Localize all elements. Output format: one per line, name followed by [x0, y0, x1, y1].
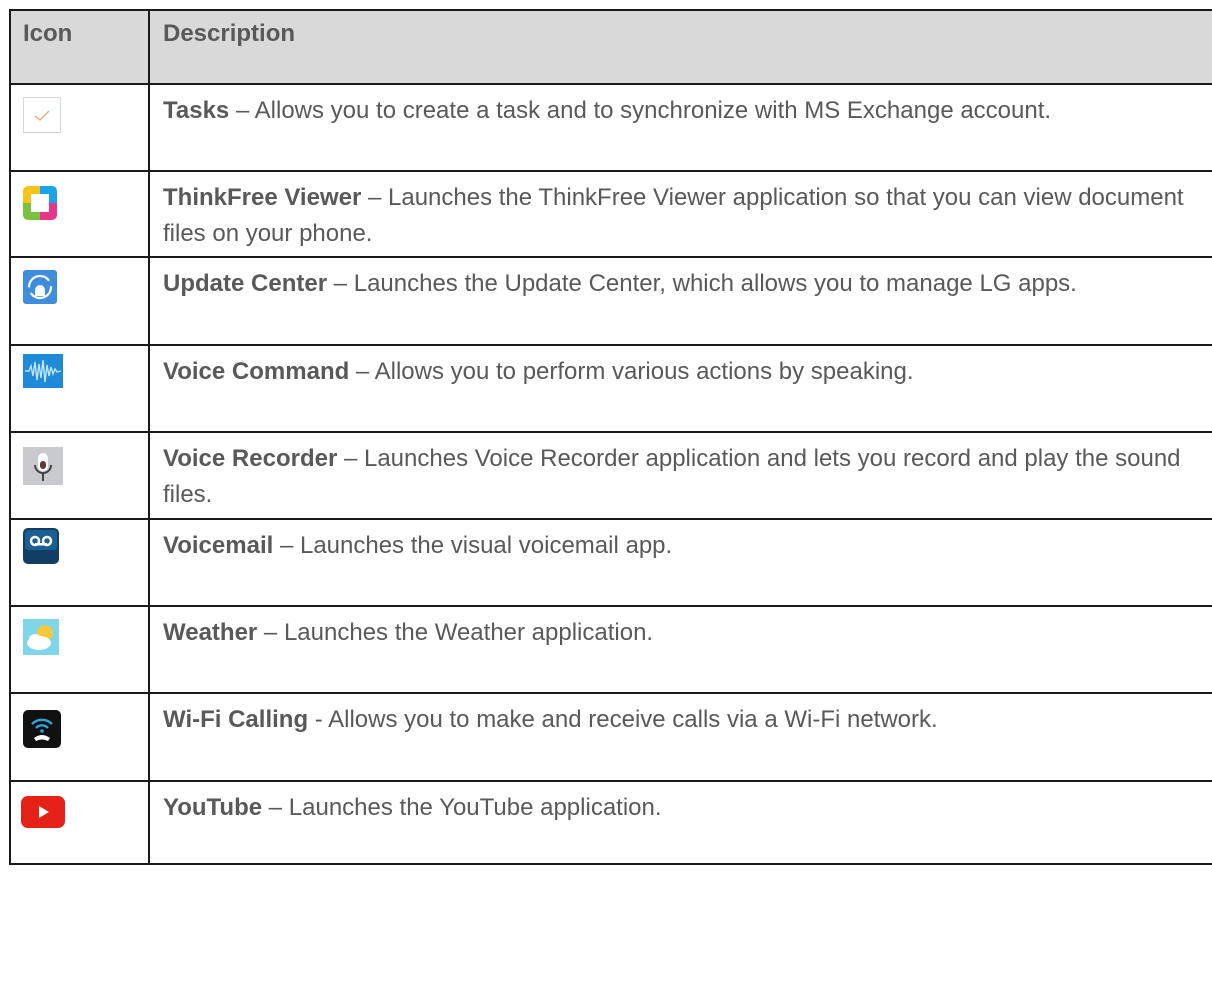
- icon-cell: [9, 170, 150, 258]
- name-separator: –: [349, 358, 375, 385]
- icon-cell: [9, 518, 150, 607]
- description-cell: YouTube – Launches the YouTube applicati…: [148, 780, 1212, 865]
- app-icon-table: Icon Description Tasks – Allows you to c…: [9, 9, 1212, 865]
- app-description: Launches the visual voicemail app.: [299, 532, 673, 559]
- table-row: Voice Command – Allows you to perform va…: [9, 344, 1212, 433]
- app-name: Voicemail: [163, 532, 274, 559]
- name-separator: –: [257, 619, 284, 646]
- description-cell: Tasks – Allows you to create a task and …: [148, 83, 1212, 172]
- tasks-icon: [23, 97, 61, 133]
- app-name: Tasks: [163, 97, 230, 124]
- app-name: Update Center: [163, 270, 328, 297]
- voice-command-icon: [23, 354, 63, 388]
- update-center-icon: [23, 270, 57, 304]
- icon-cell: [9, 780, 150, 865]
- description-cell: ThinkFree Viewer – Launches the ThinkFre…: [148, 170, 1212, 258]
- table-row: Tasks – Allows you to create a task and …: [9, 83, 1212, 172]
- icon-column-header: Icon: [9, 9, 150, 85]
- app-name: Wi-Fi Calling: [163, 706, 309, 733]
- table-header-row: Icon Description: [9, 9, 1212, 85]
- description-cell: Voice Command – Allows you to perform va…: [148, 344, 1212, 433]
- table-row: ThinkFree Viewer – Launches the ThinkFre…: [9, 170, 1212, 258]
- app-description: Launches the Update Center, which allows…: [353, 270, 1077, 297]
- description-column-header: Description: [148, 9, 1212, 85]
- app-description: Launches the Weather application.: [283, 619, 654, 646]
- table-row: Voice Recorder – Launches Voice Recorder…: [9, 431, 1212, 520]
- youtube-icon: [21, 796, 65, 828]
- name-separator: –: [229, 97, 255, 124]
- name-separator: –: [337, 445, 364, 472]
- voicemail-icon: [23, 528, 59, 564]
- app-description: Allows you to perform various actions by…: [374, 358, 914, 385]
- app-name: YouTube: [163, 794, 263, 821]
- thinkfree-viewer-icon: [23, 186, 57, 220]
- description-cell: Wi-Fi Calling - Allows you to make and r…: [148, 692, 1212, 782]
- app-description: Allows you to make and receive calls via…: [328, 706, 938, 733]
- icon-cell: [9, 605, 150, 694]
- app-description: Allows you to create a task and to synch…: [254, 97, 1052, 124]
- app-name: Weather: [163, 619, 258, 646]
- description-cell: Voicemail – Launches the visual voicemai…: [148, 518, 1212, 607]
- icon-cell: [9, 83, 150, 172]
- weather-icon: [23, 619, 59, 655]
- table-row: Voicemail – Launches the visual voicemai…: [9, 518, 1212, 607]
- table-row: Weather – Launches the Weather applicati…: [9, 605, 1212, 694]
- app-name: Voice Recorder: [163, 445, 338, 472]
- table-row: YouTube – Launches the YouTube applicati…: [9, 780, 1212, 865]
- icon-cell: [9, 692, 150, 782]
- name-separator: –: [327, 270, 354, 297]
- description-cell: Weather – Launches the Weather applicati…: [148, 605, 1212, 694]
- voice-recorder-icon: [23, 447, 63, 485]
- table-row: Update Center – Launches the Update Cent…: [9, 256, 1212, 346]
- app-description: Launches the YouTube application.: [288, 794, 662, 821]
- icon-cell: [9, 256, 150, 346]
- name-separator: –: [361, 184, 388, 211]
- description-cell: Voice Recorder – Launches Voice Recorder…: [148, 431, 1212, 520]
- name-separator: -: [308, 706, 329, 733]
- app-name: ThinkFree Viewer: [163, 184, 362, 211]
- name-separator: –: [273, 532, 300, 559]
- name-separator: –: [262, 794, 289, 821]
- app-name: Voice Command: [163, 358, 350, 385]
- icon-cell: [9, 431, 150, 520]
- icon-cell: [9, 344, 150, 433]
- wifi-calling-icon: [23, 710, 61, 748]
- description-cell: Update Center – Launches the Update Cent…: [148, 256, 1212, 346]
- table-row: Wi-Fi Calling - Allows you to make and r…: [9, 692, 1212, 782]
